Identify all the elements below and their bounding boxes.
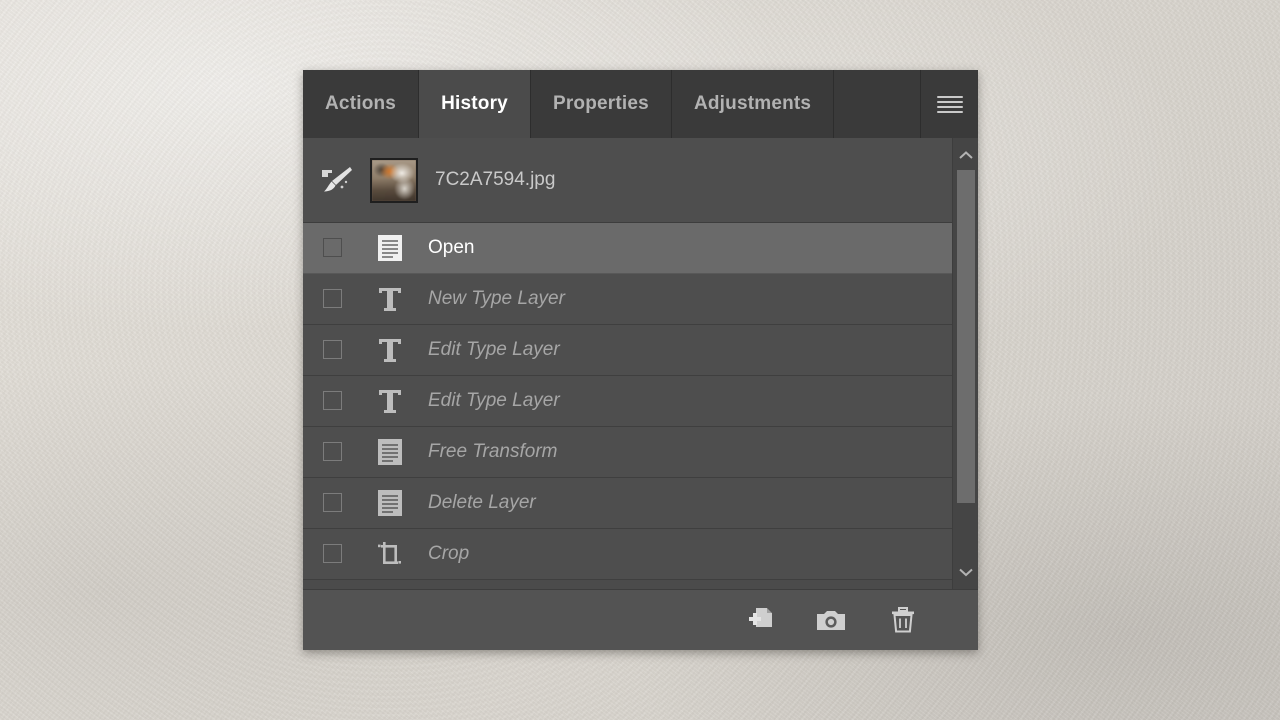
- history-panel: Actions History Properties Adjustments 7…: [303, 70, 978, 650]
- history-state-label: Edit Type Layer: [428, 390, 560, 411]
- history-brush-toggle[interactable]: [320, 337, 346, 363]
- tab-properties[interactable]: Properties: [530, 70, 672, 138]
- history-brush-toggle[interactable]: [320, 490, 346, 516]
- tab-actions[interactable]: Actions: [303, 70, 420, 138]
- history-state-label: Free Transform: [428, 441, 558, 462]
- history-brush-toggle[interactable]: [320, 439, 346, 465]
- history-brush-toggle[interactable]: [320, 235, 346, 261]
- document-filename: 7C2A7594.jpg: [435, 169, 556, 190]
- document-icon: [373, 487, 407, 519]
- history-state-list: Open New Type Layer Edit Type Layer Edit…: [303, 223, 952, 589]
- document-thumbnail: [370, 157, 418, 203]
- new-snapshot-button[interactable]: [814, 603, 848, 637]
- history-source-row[interactable]: 7C2A7594.jpg: [303, 138, 952, 223]
- document-icon: [373, 232, 407, 264]
- new-document-from-state-button[interactable]: [742, 603, 776, 637]
- history-panel-body: 7C2A7594.jpg Open New Type Layer Edit Ty…: [303, 138, 978, 589]
- tab-bar-spacer: [834, 70, 921, 138]
- delete-state-button[interactable]: [886, 603, 920, 637]
- history-brush-source-icon[interactable]: [320, 165, 354, 195]
- hamburger-menu-icon: [936, 95, 963, 113]
- history-state-row[interactable]: Free Transform: [303, 427, 952, 478]
- history-state-row[interactable]: Crop: [303, 529, 952, 580]
- history-state-label: New Type Layer: [428, 288, 565, 309]
- history-list-column: 7C2A7594.jpg Open New Type Layer Edit Ty…: [303, 138, 952, 589]
- panel-menu-button[interactable]: [921, 70, 978, 138]
- history-state-label: Edit Type Layer: [428, 339, 560, 360]
- history-brush-toggle[interactable]: [320, 541, 346, 567]
- scrollbar-thumb[interactable]: [956, 170, 975, 503]
- tab-history[interactable]: History: [419, 70, 531, 138]
- history-state-row[interactable]: Edit Type Layer: [303, 376, 952, 427]
- history-state-row[interactable]: Open: [303, 223, 952, 274]
- history-state-label: Open: [428, 237, 475, 258]
- document-plus-icon: [749, 608, 772, 627]
- history-state-row[interactable]: Edit Type Layer: [303, 325, 952, 376]
- camera-icon: [817, 611, 845, 630]
- history-brush-toggle[interactable]: [320, 286, 346, 312]
- history-panel-toolbar: [303, 589, 978, 650]
- history-scrollbar[interactable]: [952, 138, 978, 589]
- tab-adjustments[interactable]: Adjustments: [671, 70, 835, 138]
- type-icon: [373, 385, 407, 417]
- chevron-down-icon[interactable]: [953, 559, 979, 585]
- type-icon: [373, 334, 407, 366]
- trash-icon: [892, 607, 914, 633]
- panel-tab-bar: Actions History Properties Adjustments: [303, 70, 978, 138]
- history-state-row[interactable]: Delete Layer: [303, 478, 952, 529]
- history-state-row[interactable]: New Type Layer: [303, 274, 952, 325]
- type-icon: [373, 283, 407, 315]
- history-state-label: Delete Layer: [428, 492, 536, 513]
- document-icon: [373, 436, 407, 468]
- crop-icon: [373, 538, 407, 570]
- chevron-up-icon[interactable]: [953, 142, 979, 168]
- history-brush-toggle[interactable]: [320, 388, 346, 414]
- scrollbar-track[interactable]: [956, 170, 975, 557]
- history-state-label: Crop: [428, 543, 470, 564]
